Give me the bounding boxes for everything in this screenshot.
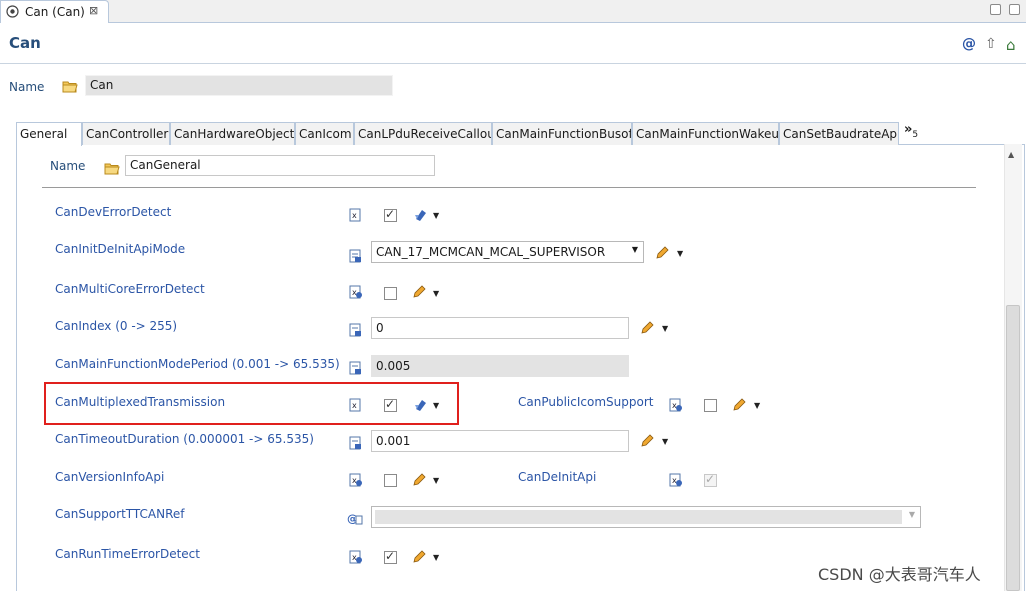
checkbox-canversioninfoapi[interactable] — [384, 474, 397, 487]
close-icon[interactable]: ⊠ — [89, 4, 98, 17]
pencil-icon[interactable] — [411, 549, 427, 565]
param-label-canpublicicomsupport: CanPublicIcomSupport — [518, 395, 654, 409]
select-cansupportttcanref[interactable]: ▼ — [371, 506, 921, 528]
param-label-cansupportttcanref: CanSupportTTCANRef — [55, 507, 185, 521]
editor-tab-strip — [0, 0, 1026, 23]
pencil-icon[interactable] — [731, 397, 747, 413]
editor-tab-can[interactable]: Can (Can) ⊠ — [0, 0, 109, 23]
section-name-field[interactable]: CanGeneral — [125, 155, 435, 176]
name-field[interactable]: Can — [85, 75, 393, 96]
param-label-canversioninfoapi: CanVersionInfoApi — [55, 470, 165, 484]
scrollbar-thumb[interactable] — [1006, 305, 1020, 591]
input-canmainfunctionmodeperiod[interactable]: 0.005 — [371, 355, 629, 377]
more-tabs-count: 5 — [912, 130, 919, 140]
header-divider — [0, 63, 1026, 64]
chevron-down-icon[interactable]: ▼ — [677, 249, 683, 258]
chevron-down-icon[interactable]: ▼ — [662, 437, 668, 446]
up-arrow-icon[interactable]: ⇧ — [985, 36, 1001, 52]
module-icon — [6, 5, 19, 18]
chevron-down-icon[interactable]: ▼ — [433, 476, 439, 485]
integer-doc-icon — [349, 323, 361, 337]
chevron-down-icon[interactable]: ▼ — [433, 289, 439, 298]
chevron-down-icon[interactable]: ▼ — [433, 553, 439, 562]
boolean-doc-icon: x — [669, 398, 682, 412]
page-title: Can — [9, 34, 41, 52]
reference-doc-icon: @ — [347, 512, 363, 525]
tab-canlpdureceivecallout[interactable]: CanLPduReceiveCallou — [354, 122, 492, 145]
param-label-canruntimeerrordetect: CanRunTimeErrorDetect — [55, 547, 200, 561]
select-value: CAN_17_MCMCAN_MCAL_SUPERVISOR — [376, 245, 606, 259]
tab-canicom[interactable]: CanIcom — [295, 122, 354, 145]
boolean-doc-icon: x — [669, 473, 682, 487]
check-icon: ✓ — [385, 207, 396, 221]
input-canindex[interactable]: 0 — [371, 317, 629, 339]
input-cantimeoutduration[interactable]: 0.001 — [371, 430, 629, 452]
minimize-icon[interactable] — [990, 4, 1001, 15]
svg-text:x: x — [352, 211, 357, 220]
boolean-doc-icon: x — [349, 398, 361, 412]
boolean-doc-icon: x — [349, 550, 362, 564]
folder-icon — [62, 81, 78, 93]
derived-value-icon[interactable] — [413, 397, 429, 413]
chevron-down-icon: ▼ — [631, 245, 638, 254]
more-tabs-button[interactable]: »5 — [904, 122, 919, 140]
pencil-icon[interactable] — [639, 320, 655, 336]
check-icon: ✓ — [385, 549, 396, 563]
section-name-label: Name — [50, 159, 86, 173]
folder-icon — [104, 163, 120, 175]
checkbox-canmulticoreerrordetect[interactable] — [384, 287, 397, 300]
derived-value-icon[interactable] — [413, 207, 429, 223]
maximize-icon[interactable] — [1009, 4, 1020, 15]
check-icon: ✓ — [705, 472, 716, 486]
checkbox-candeverrordetect[interactable]: ✓ — [384, 207, 397, 222]
boolean-doc-icon: x — [349, 208, 361, 222]
checkbox-canruntimeerrordetect[interactable]: ✓ — [384, 549, 397, 564]
tab-canmainfunctionwakeup[interactable]: CanMainFunctionWakeu — [632, 122, 779, 145]
boolean-doc-icon: x — [349, 473, 362, 487]
float-doc-icon — [349, 361, 361, 375]
section-divider — [42, 187, 976, 188]
tab-canhardwareobject[interactable]: CanHardwareObject — [170, 122, 295, 145]
scroll-up-icon[interactable]: ▲ — [1008, 150, 1014, 159]
home-icon[interactable]: ⌂ — [1006, 36, 1022, 54]
select-value — [375, 510, 902, 524]
chevron-down-icon: ▼ — [908, 510, 915, 519]
tab-cancontroller[interactable]: CanController — [82, 122, 170, 145]
svg-text:x: x — [352, 401, 357, 410]
pencil-icon[interactable] — [411, 472, 427, 488]
chevron-down-icon[interactable]: ▼ — [662, 324, 668, 333]
select-caninitdeinitapimode[interactable]: CAN_17_MCMCAN_MCAL_SUPERVISOR ▼ — [371, 241, 644, 263]
chevron-down-icon[interactable]: ▼ — [754, 401, 760, 410]
watermark: CSDN @大表哥汽车人 — [818, 565, 981, 584]
float-doc-icon — [349, 436, 361, 450]
checkbox-canpublicicomsupport[interactable] — [704, 399, 717, 412]
param-label-cantimeoutduration: CanTimeoutDuration (0.000001 -> 65.535) — [55, 432, 314, 446]
tab-cansetbaudrateapi[interactable]: CanSetBaudrateApi — [779, 122, 899, 145]
name-label: Name — [9, 80, 45, 94]
tab-canmainfunctionbusoff[interactable]: CanMainFunctionBusof — [492, 122, 632, 145]
checkbox-candeinitapi[interactable]: ✓ — [704, 472, 717, 487]
chevron-down-icon[interactable]: ▼ — [433, 401, 439, 410]
param-label-canindex: CanIndex (0 -> 255) — [55, 319, 178, 333]
pencil-icon[interactable] — [639, 433, 655, 449]
enum-doc-icon — [349, 249, 361, 263]
pencil-icon[interactable] — [654, 245, 670, 261]
chevron-down-icon[interactable]: ▼ — [433, 211, 439, 220]
boolean-doc-icon: x — [349, 285, 362, 299]
param-label-candeinitapi: CanDeInitApi — [518, 470, 597, 484]
param-label-caninitdeinitapimode: CanInitDeInitApiMode — [55, 242, 186, 256]
checkbox-canmultiplexedtransmission[interactable]: ✓ — [384, 397, 397, 412]
param-label-canmainfunctionmodeperiod: CanMainFunctionModePeriod (0.001 -> 65.5… — [55, 357, 340, 371]
param-label-canmultiplexedtransmission: CanMultiplexedTransmission — [55, 395, 226, 409]
param-label-canmulticoreerrordetect: CanMultiCoreErrorDetect — [55, 282, 205, 296]
pencil-icon[interactable] — [411, 284, 427, 300]
editor-tab-label: Can (Can) — [25, 5, 85, 19]
param-label-candeverrordetect: CanDevErrorDetect — [55, 205, 172, 219]
check-icon: ✓ — [385, 397, 396, 411]
tab-general[interactable]: General — [16, 122, 82, 146]
at-icon[interactable]: @ — [962, 36, 978, 52]
